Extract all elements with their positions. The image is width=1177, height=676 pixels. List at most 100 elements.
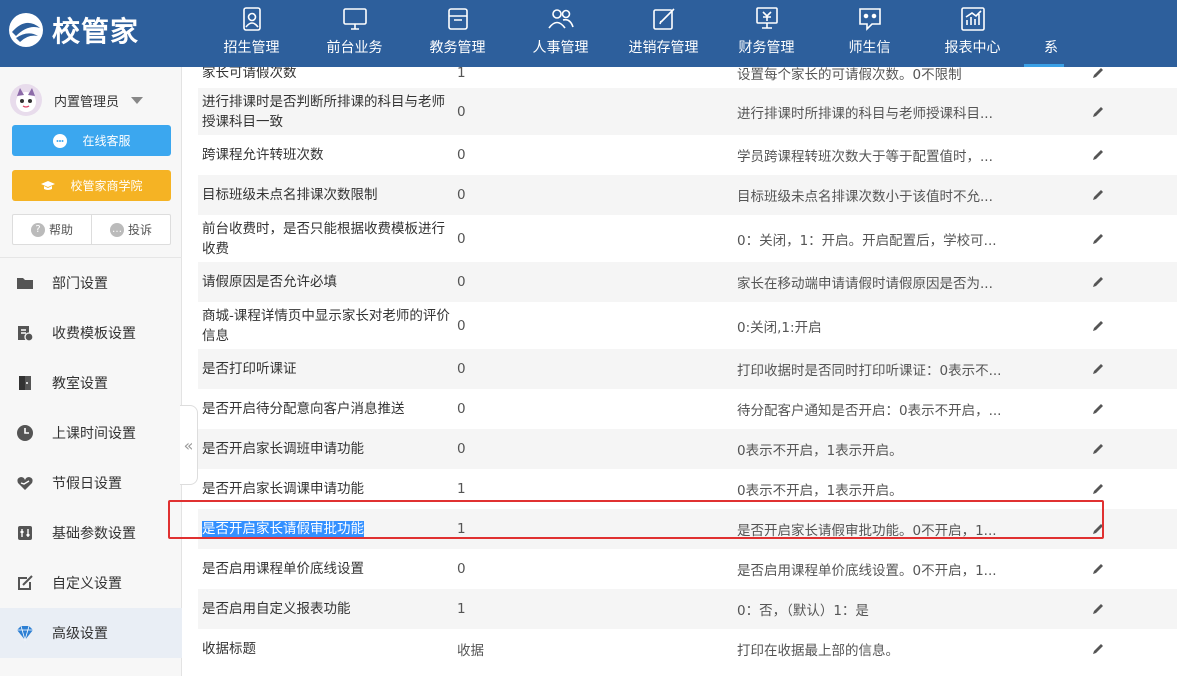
nav-item-system[interactable]: 系 xyxy=(1024,0,1064,67)
setting-name: 是否开启家长调课申请功能 xyxy=(202,481,364,497)
pencil-icon[interactable] xyxy=(1091,522,1105,536)
setting-value: 1 xyxy=(457,521,466,537)
user-menu[interactable]: 内置管理员 xyxy=(10,84,144,116)
nav-item-messages[interactable]: 师生信 xyxy=(818,0,921,67)
setting-description: 待分配客户通知是否开启：0表示不开启，... xyxy=(737,403,1002,419)
setting-name: 前台收费时，是否只能根据收费模板进行收费 xyxy=(202,220,445,257)
setting-description: 目标班级未点名排课次数小于该值时不允... xyxy=(737,189,993,205)
diamond-icon xyxy=(17,625,33,642)
chat-bubble-icon xyxy=(53,133,68,148)
sidebar-item-advanced[interactable]: 高级设置 xyxy=(0,608,182,658)
top-navigation-bar: 校管家 招生管理 前台业务 教务管理 人事管理 进销存管理 财务管理 师生信 报… xyxy=(0,0,1177,67)
sidebar: 内置管理员 在线客服 校管家商学院 ? 帮助 … 投诉 部门设置 收费模板设置 … xyxy=(0,67,182,676)
complaint-button[interactable]: … 投诉 xyxy=(92,215,170,244)
table-row: 是否启用自定义报表功能 1 0：否，（默认）1：是 xyxy=(198,589,1177,629)
table-row: 是否开启待分配意向客户消息推送 0 待分配客户通知是否开启：0表示不开启，... xyxy=(198,389,1177,429)
setting-description: 进行排课时所排课的科目与老师授课科目... xyxy=(737,105,993,122)
setting-value: 0 xyxy=(457,441,466,457)
setting-name: 是否打印听课证 xyxy=(202,361,297,377)
setting-name: 是否开启家长调班申请功能 xyxy=(202,441,364,457)
setting-description: 打印收据时是否同时打印听课证：0表示不... xyxy=(737,363,1002,379)
nav-item-enrollment[interactable]: 招生管理 xyxy=(200,0,303,67)
setting-value: 0 xyxy=(457,103,466,120)
setting-name: 是否开启待分配意向客户消息推送 xyxy=(202,401,405,417)
app-logo[interactable]: 校管家 xyxy=(6,8,139,52)
help-button[interactable]: ? 帮助 xyxy=(13,215,92,244)
report-chart-icon xyxy=(960,7,985,31)
pencil-icon[interactable] xyxy=(1091,642,1105,656)
table-row: 前台收费时，是否只能根据收费模板进行收费 0 0：关闭，1：开启。开启配置后，学… xyxy=(198,215,1177,262)
sidebar-item-holidays[interactable]: 节假日设置 xyxy=(0,458,182,508)
pencil-icon[interactable] xyxy=(1091,232,1105,246)
table-row: 是否开启家长调班申请功能 0 0表示不开启，1表示开启。 xyxy=(198,429,1177,469)
sidebar-item-classrooms[interactable]: 教室设置 xyxy=(0,358,182,408)
setting-description: 是否启用课程单价底线设置。0不开启，1... xyxy=(737,563,997,579)
online-service-button[interactable]: 在线客服 xyxy=(12,125,171,156)
setting-value: 1 xyxy=(457,601,466,617)
sidebar-item-departments[interactable]: 部门设置 xyxy=(0,258,182,308)
folder-icon xyxy=(17,278,33,289)
table-row: 是否开启家长调课申请功能 1 0表示不开启，1表示开启。 xyxy=(198,469,1177,509)
setting-value: 0 xyxy=(457,274,466,290)
table-row: 是否打印听课证 0 打印收据时是否同时打印听课证：0表示不... xyxy=(198,349,1177,389)
setting-description: 0表示不开启，1表示开启。 xyxy=(737,443,903,459)
monitor-icon xyxy=(342,8,367,30)
sidebar-item-custom[interactable]: 自定义设置 xyxy=(0,558,182,608)
nav-item-inventory[interactable]: 进销存管理 xyxy=(612,0,715,67)
nav-item-academic[interactable]: 教务管理 xyxy=(406,0,509,67)
setting-name: 收据标题 xyxy=(202,641,256,657)
table-row-selected: 是否开启家长请假审批功能 1 是否开启家长请假审批功能。0不开启，1... xyxy=(198,509,1177,549)
setting-value: 0 xyxy=(457,317,466,334)
fee-template-icon xyxy=(18,326,34,342)
pencil-icon[interactable] xyxy=(1091,362,1105,376)
setting-name: 跨课程允许转班次数 xyxy=(202,147,324,163)
pencil-icon[interactable] xyxy=(1091,319,1105,333)
ellipsis-icon: … xyxy=(109,222,124,237)
nav-item-front-desk[interactable]: 前台业务 xyxy=(303,0,406,67)
chevron-down-icon xyxy=(131,96,144,104)
setting-value: 收据 xyxy=(457,643,484,659)
setting-value: 0 xyxy=(457,561,466,577)
setting-value: 0 xyxy=(457,361,466,377)
setting-value: 0 xyxy=(457,401,466,417)
nav-item-finance[interactable]: 财务管理 xyxy=(715,0,818,67)
table-row: 是否启用课程单价底线设置 0 是否启用课程单价底线设置。0不开启，1... xyxy=(198,549,1177,589)
edit-box-icon xyxy=(652,8,675,30)
pencil-icon[interactable] xyxy=(1091,482,1105,496)
pencil-icon[interactable] xyxy=(1091,105,1105,119)
settings-table: 家长可请假次数 1 设置每个家长的可请假次数。0不限制 进行排课时是否判断所排课… xyxy=(198,67,1177,669)
setting-name: 目标班级未点名排课次数限制 xyxy=(202,187,378,203)
setting-name: 家长可请假次数 xyxy=(202,67,297,81)
table-row: 进行排课时是否判断所排课的科目与老师授课科目一致 0 进行排课时所排课的科目与老… xyxy=(198,88,1177,135)
pencil-icon[interactable] xyxy=(1091,442,1105,456)
pencil-icon[interactable] xyxy=(1091,562,1105,576)
setting-description: 0:关闭,1:开启 xyxy=(737,319,822,336)
table-row: 商城-课程详情页中显示家长对老师的评价信息 0 0:关闭,1:开启 xyxy=(198,302,1177,349)
setting-description: 学员跨课程转班次数大于等于配置值时，... xyxy=(737,149,993,165)
logo-text: 校管家 xyxy=(52,15,140,48)
pencil-icon[interactable] xyxy=(1091,602,1105,616)
sidebar-item-class-times[interactable]: 上课时间设置 xyxy=(0,408,182,458)
nav-item-hr[interactable]: 人事管理 xyxy=(509,0,612,67)
setting-name: 进行排课时是否判断所排课的科目与老师授课科目一致 xyxy=(202,93,445,130)
pencil-icon[interactable] xyxy=(1091,148,1105,162)
settings-table-container[interactable]: 家长可请假次数 1 设置每个家长的可请假次数。0不限制 进行排课时是否判断所排课… xyxy=(198,67,1177,676)
setting-value: 1 xyxy=(457,67,466,81)
question-icon: ? xyxy=(30,222,45,237)
setting-description: 0：否，（默认）1：是 xyxy=(737,603,869,619)
graduation-cap-icon xyxy=(41,180,56,190)
logo-mark-icon xyxy=(9,13,43,47)
setting-value: 0 xyxy=(457,147,466,163)
pencil-icon[interactable] xyxy=(1091,402,1105,416)
collapse-sidebar-button[interactable]: « xyxy=(180,405,198,485)
table-row: 目标班级未点名排课次数限制 0 目标班级未点名排课次数小于该值时不允... xyxy=(198,175,1177,215)
pencil-icon[interactable] xyxy=(1091,188,1105,202)
nav-item-reports[interactable]: 报表中心 xyxy=(921,0,1024,67)
pencil-icon[interactable] xyxy=(1091,275,1105,289)
academy-button[interactable]: 校管家商学院 xyxy=(12,170,171,201)
pencil-icon[interactable] xyxy=(1091,67,1105,80)
sidebar-item-basic-params[interactable]: 基础参数设置 xyxy=(0,508,182,558)
sliders-icon xyxy=(18,526,32,540)
sidebar-item-fee-templates[interactable]: 收费模板设置 xyxy=(0,308,182,358)
double-chevron-left-icon: « xyxy=(183,435,194,455)
